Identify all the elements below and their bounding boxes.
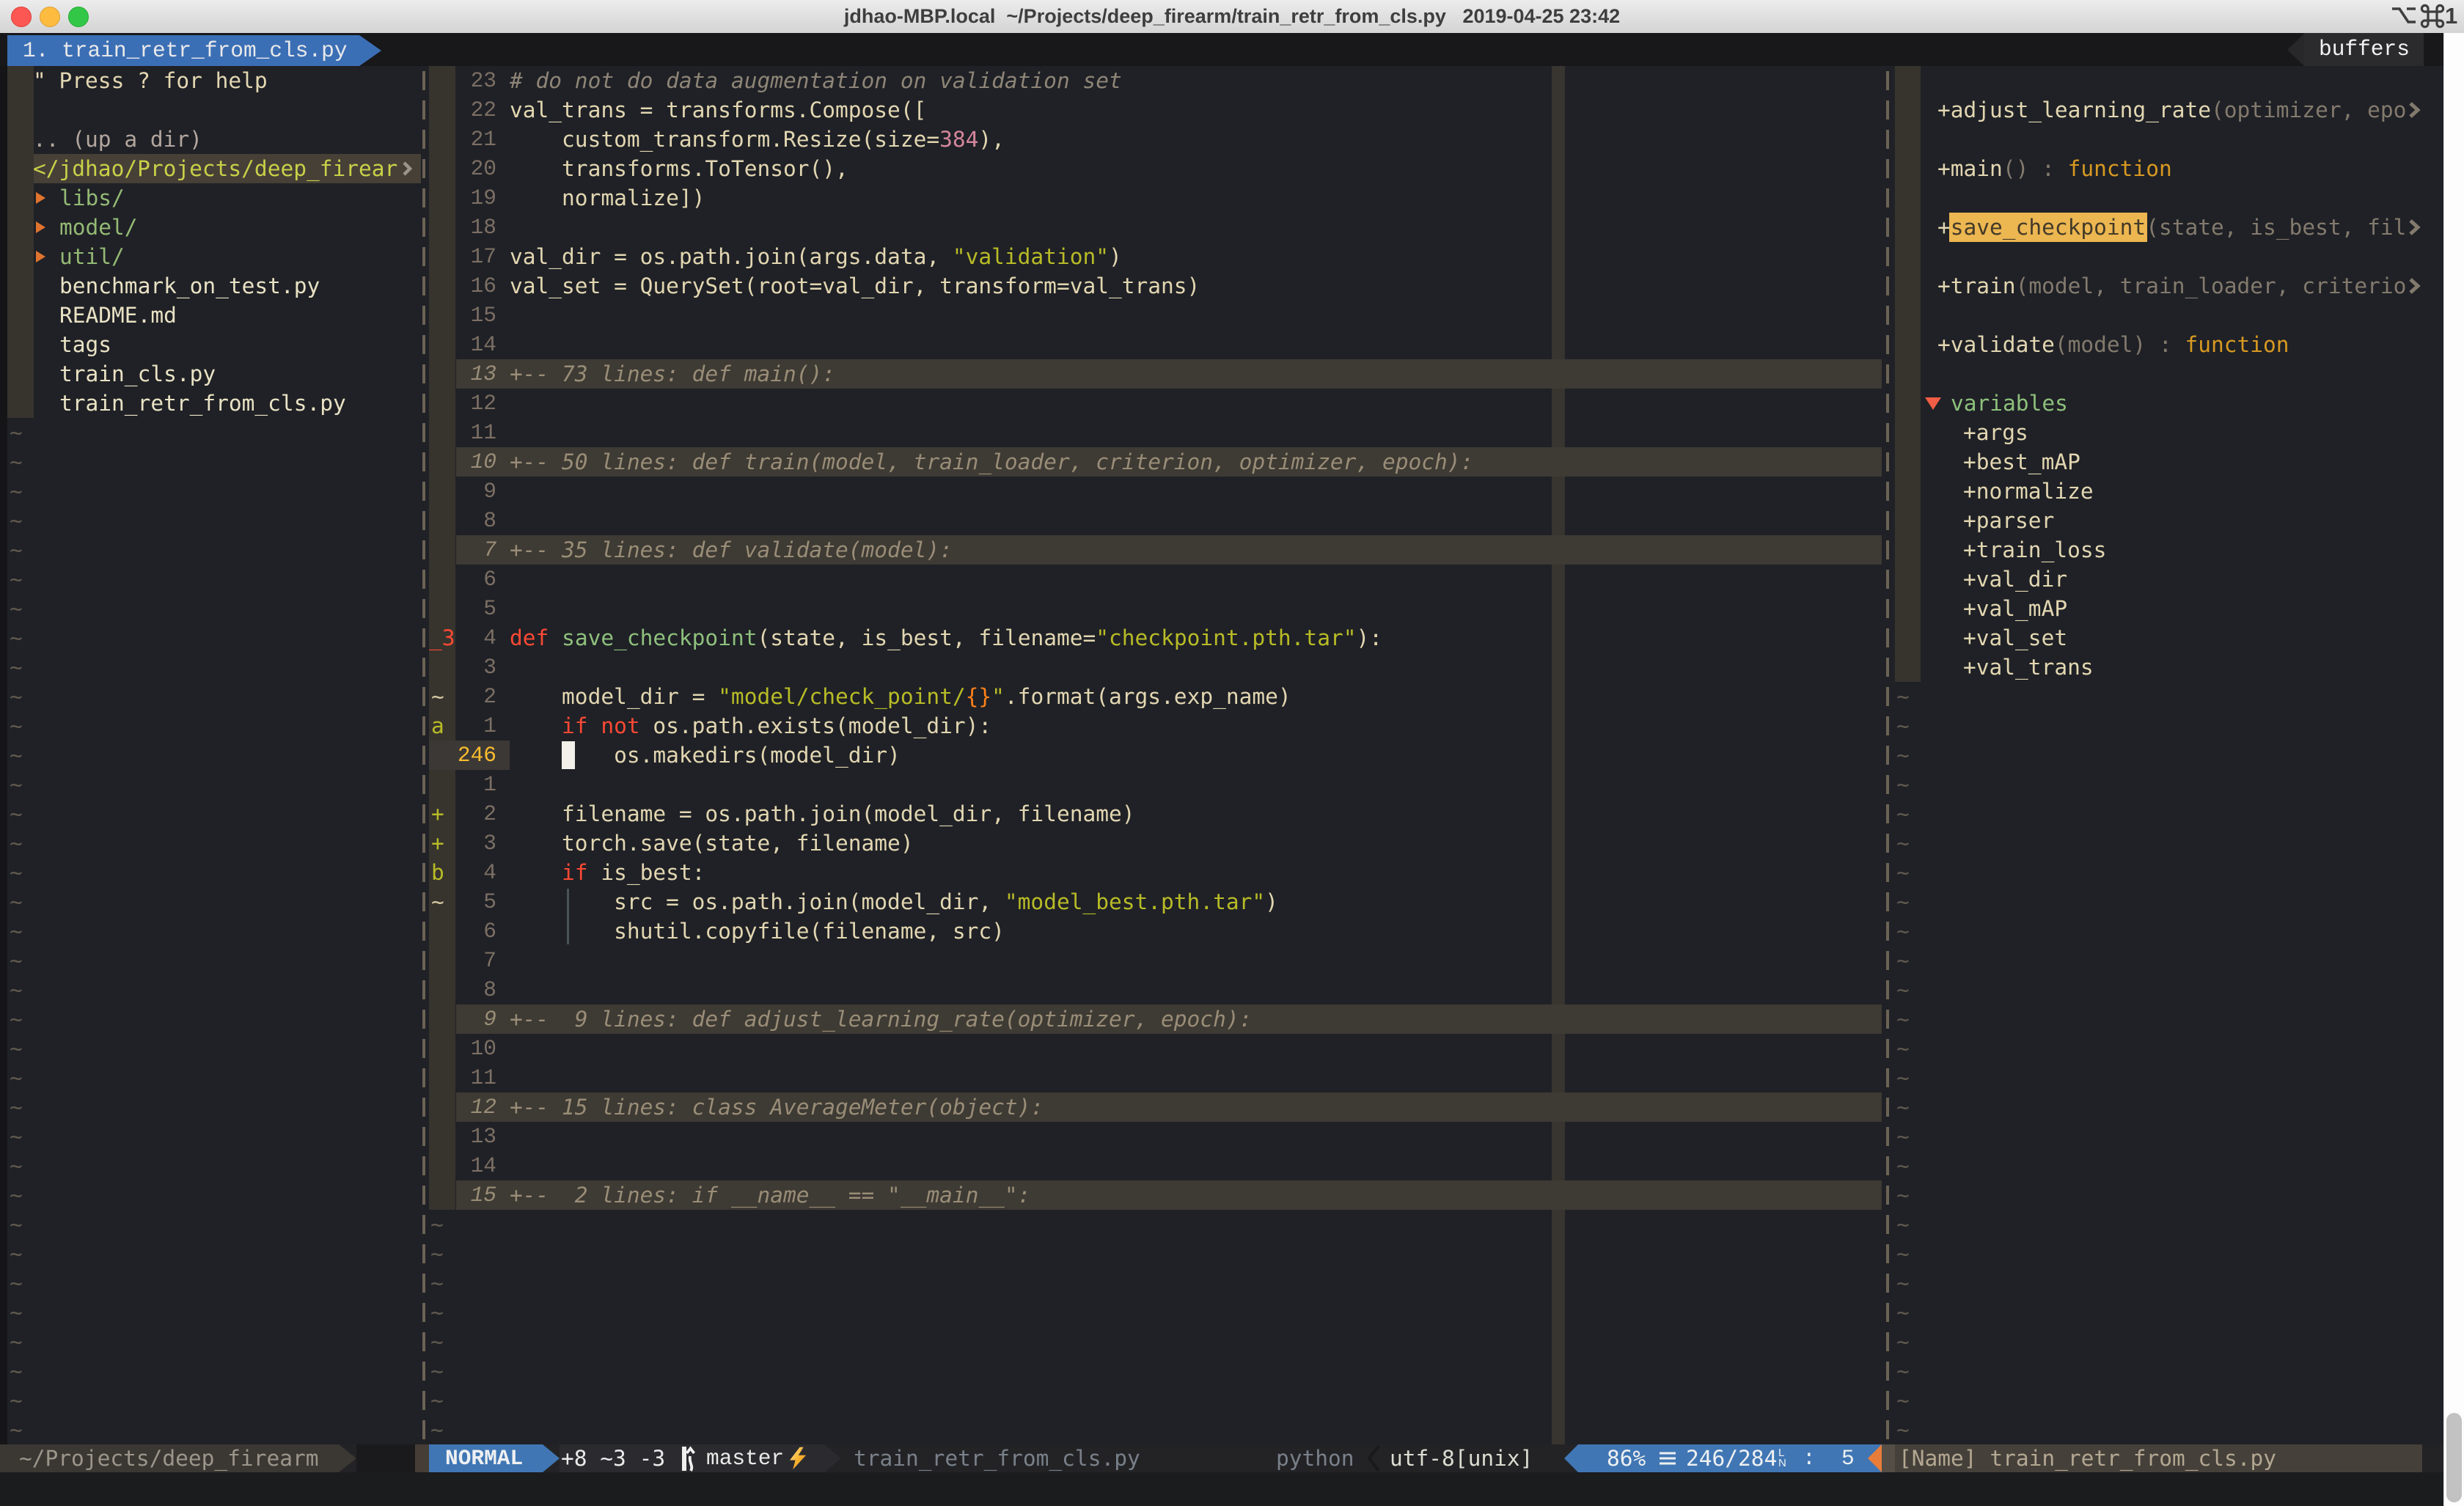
svg-text:1: 1 xyxy=(2445,3,2457,29)
